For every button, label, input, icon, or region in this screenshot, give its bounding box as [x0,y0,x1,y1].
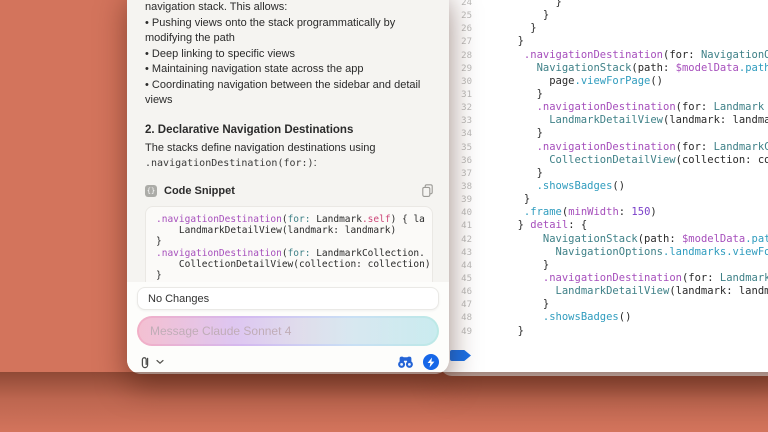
code-line: 28.navigationDestination(for: Navigation… [440,49,768,62]
code-line-text: .navigationDestination(for: LandmarkColl… [156,248,425,259]
code-line: 49} [440,325,768,338]
assistant-panel: navigation stack. This allows:• Pushing … [127,0,449,374]
code-line: 31} [440,88,768,101]
code-line-text: } [156,270,162,281]
code-line: 27} [440,35,768,48]
message-input[interactable]: Message Claude Sonnet 4 [137,316,439,346]
send-button[interactable] [423,354,439,370]
code-line: 48.showsBadges() [440,311,768,324]
text-line: • Pushing views onto the stack programma… [145,16,435,47]
composer-toolbar [137,351,439,373]
code-line: 32.navigationDestination(for: Landmark [440,101,768,114]
code-line: 26} [440,22,768,35]
code-line-text: } [486,88,543,101]
code-line-text: } [486,259,549,272]
code-line: 39} [440,193,768,206]
code-line: .navigationDestination(for: Landmark.sel… [156,214,432,225]
breakpoint-marker-icon[interactable] [450,350,471,361]
code-line-text: } [486,9,549,22]
assistant-paragraph: navigation stack. This allows:• Pushing … [145,0,435,109]
code-line-text: } [486,127,543,140]
code-line-text: .navigationDestination(for: LandmarkColl… [486,141,768,154]
code-line-text: .navigationDestination(for: NavigationOp… [486,49,768,62]
section-body-text: The stacks define navigation destination… [145,142,376,154]
code-line-text: NavigationStack(path: $modelData.path) { [486,233,768,246]
copy-icon[interactable] [419,183,435,199]
code-line: 41} detail: { [440,219,768,232]
code-line-text: LandmarkDetailView(landmark: landmark) [156,225,396,236]
window-drop-shadow [0,372,768,432]
code-line: 33LandmarkDetailView(landmark: landmark) [440,114,768,127]
composer-area: No Changes Message Claude Sonnet 4 [127,282,449,374]
code-snippet-block[interactable]: .navigationDestination(for: Landmark.sel… [145,206,433,293]
code-line-text: CollectionDetailView(collection: collect… [156,259,431,270]
code-line: } [156,236,432,247]
code-line-text: .navigationDestination(for: Landmark.sel… [486,272,768,285]
code-line-text: } [486,22,537,35]
code-line-text: } [486,167,543,180]
code-line: 37} [440,167,768,180]
code-snippet-header: {} Code Snippet [145,183,435,199]
code-line-text: .navigationDestination(for: Landmark [486,101,764,114]
code-line-text: } [486,35,524,48]
code-line-text: } [486,193,530,206]
text-line: • Coordinating navigation between the si… [145,78,435,109]
code-line-text: .frame(minWidth: 150) [486,206,657,219]
code-line-text: NavigationStack(path: $modelData.path [486,62,768,75]
code-line: 44} [440,259,768,272]
code-line: 42NavigationStack(path: $modelData.path)… [440,233,768,246]
code-line-text: .showsBadges() [486,311,631,324]
section-body-suffix: : [314,157,317,169]
code-line-text: } [486,0,562,9]
code-editor-content[interactable]: 24}25}26}27}28.navigationDestination(for… [440,0,768,338]
section-heading: 2. Declarative Navigation Destinations [145,122,435,138]
no-changes-bar[interactable]: No Changes [137,287,439,310]
attachment-button[interactable] [137,354,153,371]
code-line: 45.navigationDestination(for: Landmark.s… [440,272,768,285]
chevron-down-icon[interactable] [156,359,164,365]
code-line: 47} [440,298,768,311]
code-line-text: .navigationDestination(for: Landmark.sel… [156,214,425,225]
section-body: The stacks define navigation destination… [145,141,435,172]
text-line: • Maintaining navigation state across th… [145,62,435,78]
code-line: 38.showsBadges() [440,180,768,193]
code-line: 36CollectionDetailView(collection: colle… [440,154,768,167]
inline-code: .navigationDestination(for:) [145,158,314,169]
code-line: 25} [440,9,768,22]
code-line: .navigationDestination(for: LandmarkColl… [156,248,432,259]
assistant-message: navigation stack. This allows:• Pushing … [127,0,449,293]
code-line: 29NavigationStack(path: $modelData.path [440,62,768,75]
message-input-placeholder: Message Claude Sonnet 4 [139,324,291,338]
code-line: 43NavigationOptions.landmarks.viewForPag… [440,246,768,259]
code-line-text: NavigationOptions.landmarks.viewForPage [486,246,768,259]
text-line: navigation stack. This allows: [145,0,435,16]
code-line: 30page.viewForPage() [440,75,768,88]
code-line: 35.navigationDestination(for: LandmarkCo… [440,141,768,154]
code-line: } [156,270,432,281]
desktop: { "colors": { "desktop_background": "#D3… [0,0,768,432]
code-editor-window[interactable]: 24}25}26}27}28.navigationDestination(for… [440,0,768,376]
code-line-text: } [486,298,549,311]
code-line: 40.frame(minWidth: 150) [440,206,768,219]
code-line-text: } detail: { [486,219,587,232]
code-line-text: .showsBadges() [486,180,625,193]
curly-braces-icon: {} [145,185,157,197]
code-line: 34} [440,127,768,140]
binoculars-icon[interactable] [397,355,414,369]
code-line: CollectionDetailView(collection: collect… [156,259,432,270]
lightning-bolt-icon [426,357,436,368]
code-line: 46LandmarkDetailView(landmark: landmark) [440,285,768,298]
code-line-text: } [486,325,524,338]
code-line-text: LandmarkDetailView(landmark: landmark) [486,114,768,127]
code-line-text: } [156,236,162,247]
code-line: LandmarkDetailView(landmark: landmark) [156,225,432,236]
code-line: 24} [440,0,768,9]
code-snippet-title: Code Snippet [164,185,419,197]
text-line: • Deep linking to specific views [145,47,435,63]
code-line-text: CollectionDetailView(collection: collect… [486,154,768,167]
code-line-text: LandmarkDetailView(landmark: landmark) [486,285,768,298]
code-line-text: page.viewForPage() [486,75,663,88]
